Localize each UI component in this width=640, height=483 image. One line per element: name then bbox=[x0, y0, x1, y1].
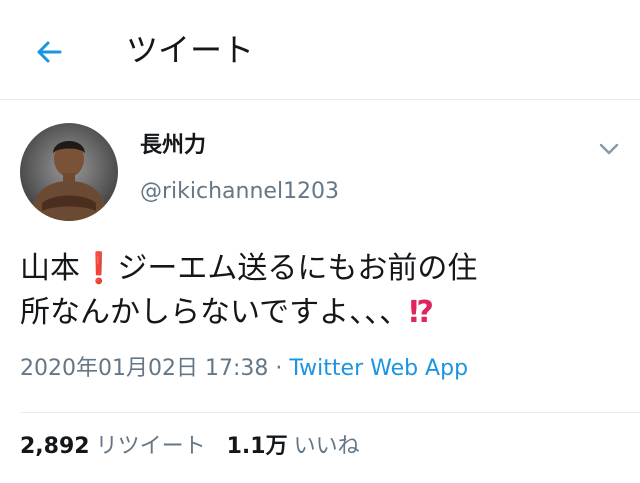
chevron-down-icon bbox=[599, 143, 619, 155]
author-name[interactable]: 長州力 bbox=[140, 131, 206, 161]
likes-label: いいね bbox=[293, 434, 360, 459]
tweet-menu-button[interactable] bbox=[596, 139, 622, 159]
interrobang-emoji: ⁉ bbox=[409, 295, 434, 330]
arrow-left-icon bbox=[37, 41, 62, 63]
back-button[interactable] bbox=[30, 32, 70, 72]
tweet-detail: 長州力 @rikichannel1203 山本❗ジーエム送るにもお前の住 所なん… bbox=[0, 101, 640, 483]
avatar[interactable] bbox=[20, 123, 118, 221]
tweet-text-line-2: 所なんかしらないですよ、、、⁉ bbox=[20, 291, 625, 335]
tweet-meta: 2020年01月02日 17:38 · Twitter Web App bbox=[20, 353, 468, 385]
retweets-count: 2,892 bbox=[20, 434, 90, 459]
likes-count: 1.1万 bbox=[226, 434, 288, 459]
retweets-label: リツイート bbox=[95, 434, 206, 459]
tweet-stats: 2,892 リツイート 1.1万 いいね bbox=[20, 431, 374, 463]
likes-stat[interactable]: 1.1万 いいね bbox=[227, 434, 360, 459]
top-bar: ツイート bbox=[0, 0, 640, 100]
author-handle: @rikichannel1203 bbox=[140, 179, 340, 204]
page-title: ツイート bbox=[126, 31, 255, 69]
tweet-text-segment: 所なんかしらないですよ、、、 bbox=[20, 295, 410, 330]
divider bbox=[20, 412, 640, 413]
exclamation-emoji: ❗ bbox=[80, 251, 118, 286]
timestamp[interactable]: 2020年01月02日 17:38 bbox=[20, 356, 268, 381]
source-link[interactable]: Twitter Web App bbox=[289, 356, 468, 381]
tweet-text-line-1: 山本❗ジーエム送るにもお前の住 bbox=[20, 247, 625, 291]
avatar-photo bbox=[20, 123, 118, 221]
meta-separator: · bbox=[275, 356, 283, 381]
tweet-text: 山本❗ジーエム送るにもお前の住 所なんかしらないですよ、、、⁉ bbox=[20, 247, 625, 335]
tweet-text-segment: 山本 bbox=[20, 251, 80, 286]
retweets-stat[interactable]: 2,892 リツイート bbox=[20, 434, 206, 459]
tweet-text-segment: ジーエム送るにもお前の住 bbox=[117, 251, 478, 286]
